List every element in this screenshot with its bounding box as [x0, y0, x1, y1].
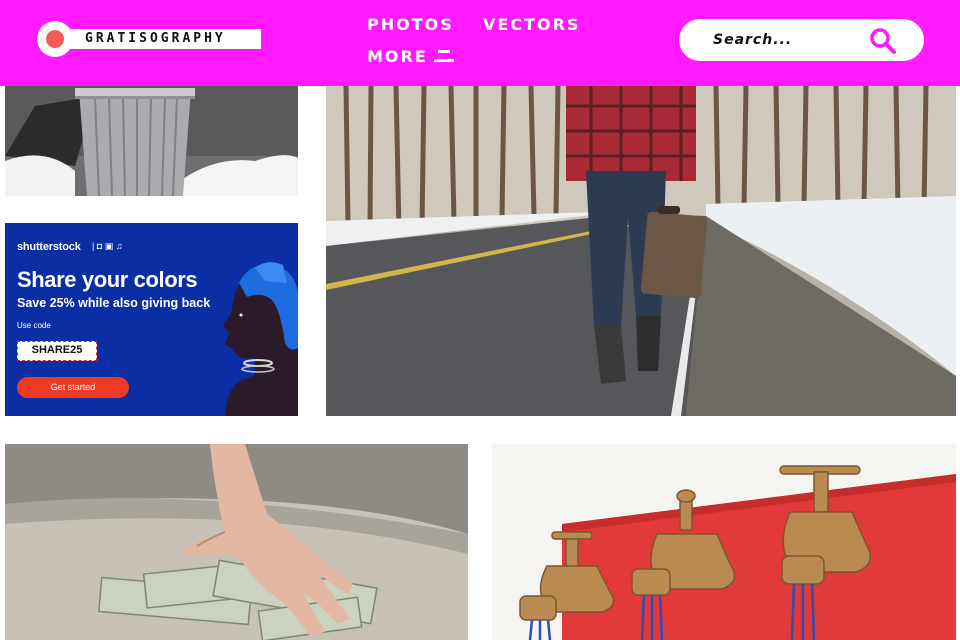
ad-headline: Share your colors: [17, 267, 198, 292]
ad-subhead: Save 25% while also giving back: [17, 296, 211, 310]
trash-can-image: [5, 86, 298, 196]
logo-badge: [37, 21, 73, 57]
logo-wordmark: GRATISOGRAPHY: [67, 29, 261, 49]
nav-vectors-link[interactable]: VECTORS: [483, 15, 580, 34]
menu-lines-icon[interactable]: [434, 50, 454, 64]
photo-man-on-road[interactable]: [326, 86, 956, 416]
ad-use-code-label: Use code: [17, 321, 51, 330]
ad-promo-code: SHARE25: [17, 341, 97, 361]
nav-more-link[interactable]: MORE: [367, 47, 428, 66]
ad-woman-portrait-image: [223, 262, 298, 416]
photo-hand-with-money[interactable]: [5, 444, 468, 640]
ad-media-icons: | ◘ ▣ ♫: [92, 241, 123, 251]
shutterstock-ad[interactable]: shutterstock | ◘ ▣ ♫ Share your colors S…: [5, 223, 298, 416]
site-logo[interactable]: GRATISOGRAPHY: [37, 21, 261, 57]
ad-get-started-button[interactable]: Get started: [17, 377, 129, 398]
search-input[interactable]: [713, 27, 873, 53]
nav-photos-link[interactable]: PHOTOS: [367, 15, 454, 34]
faucets-image: [492, 444, 956, 640]
search-bar: [679, 19, 924, 61]
logo-dot-icon: [46, 30, 64, 48]
photo-trash-can[interactable]: [5, 86, 298, 196]
road-walker-image: [326, 86, 956, 416]
site-header: GRATISOGRAPHY PHOTOS VECTORS MORE: [0, 0, 960, 86]
photo-brass-faucets[interactable]: [492, 444, 956, 640]
ad-brand-logo: shutterstock: [17, 241, 81, 253]
hand-money-image: [5, 444, 468, 640]
search-icon[interactable]: [869, 27, 897, 55]
